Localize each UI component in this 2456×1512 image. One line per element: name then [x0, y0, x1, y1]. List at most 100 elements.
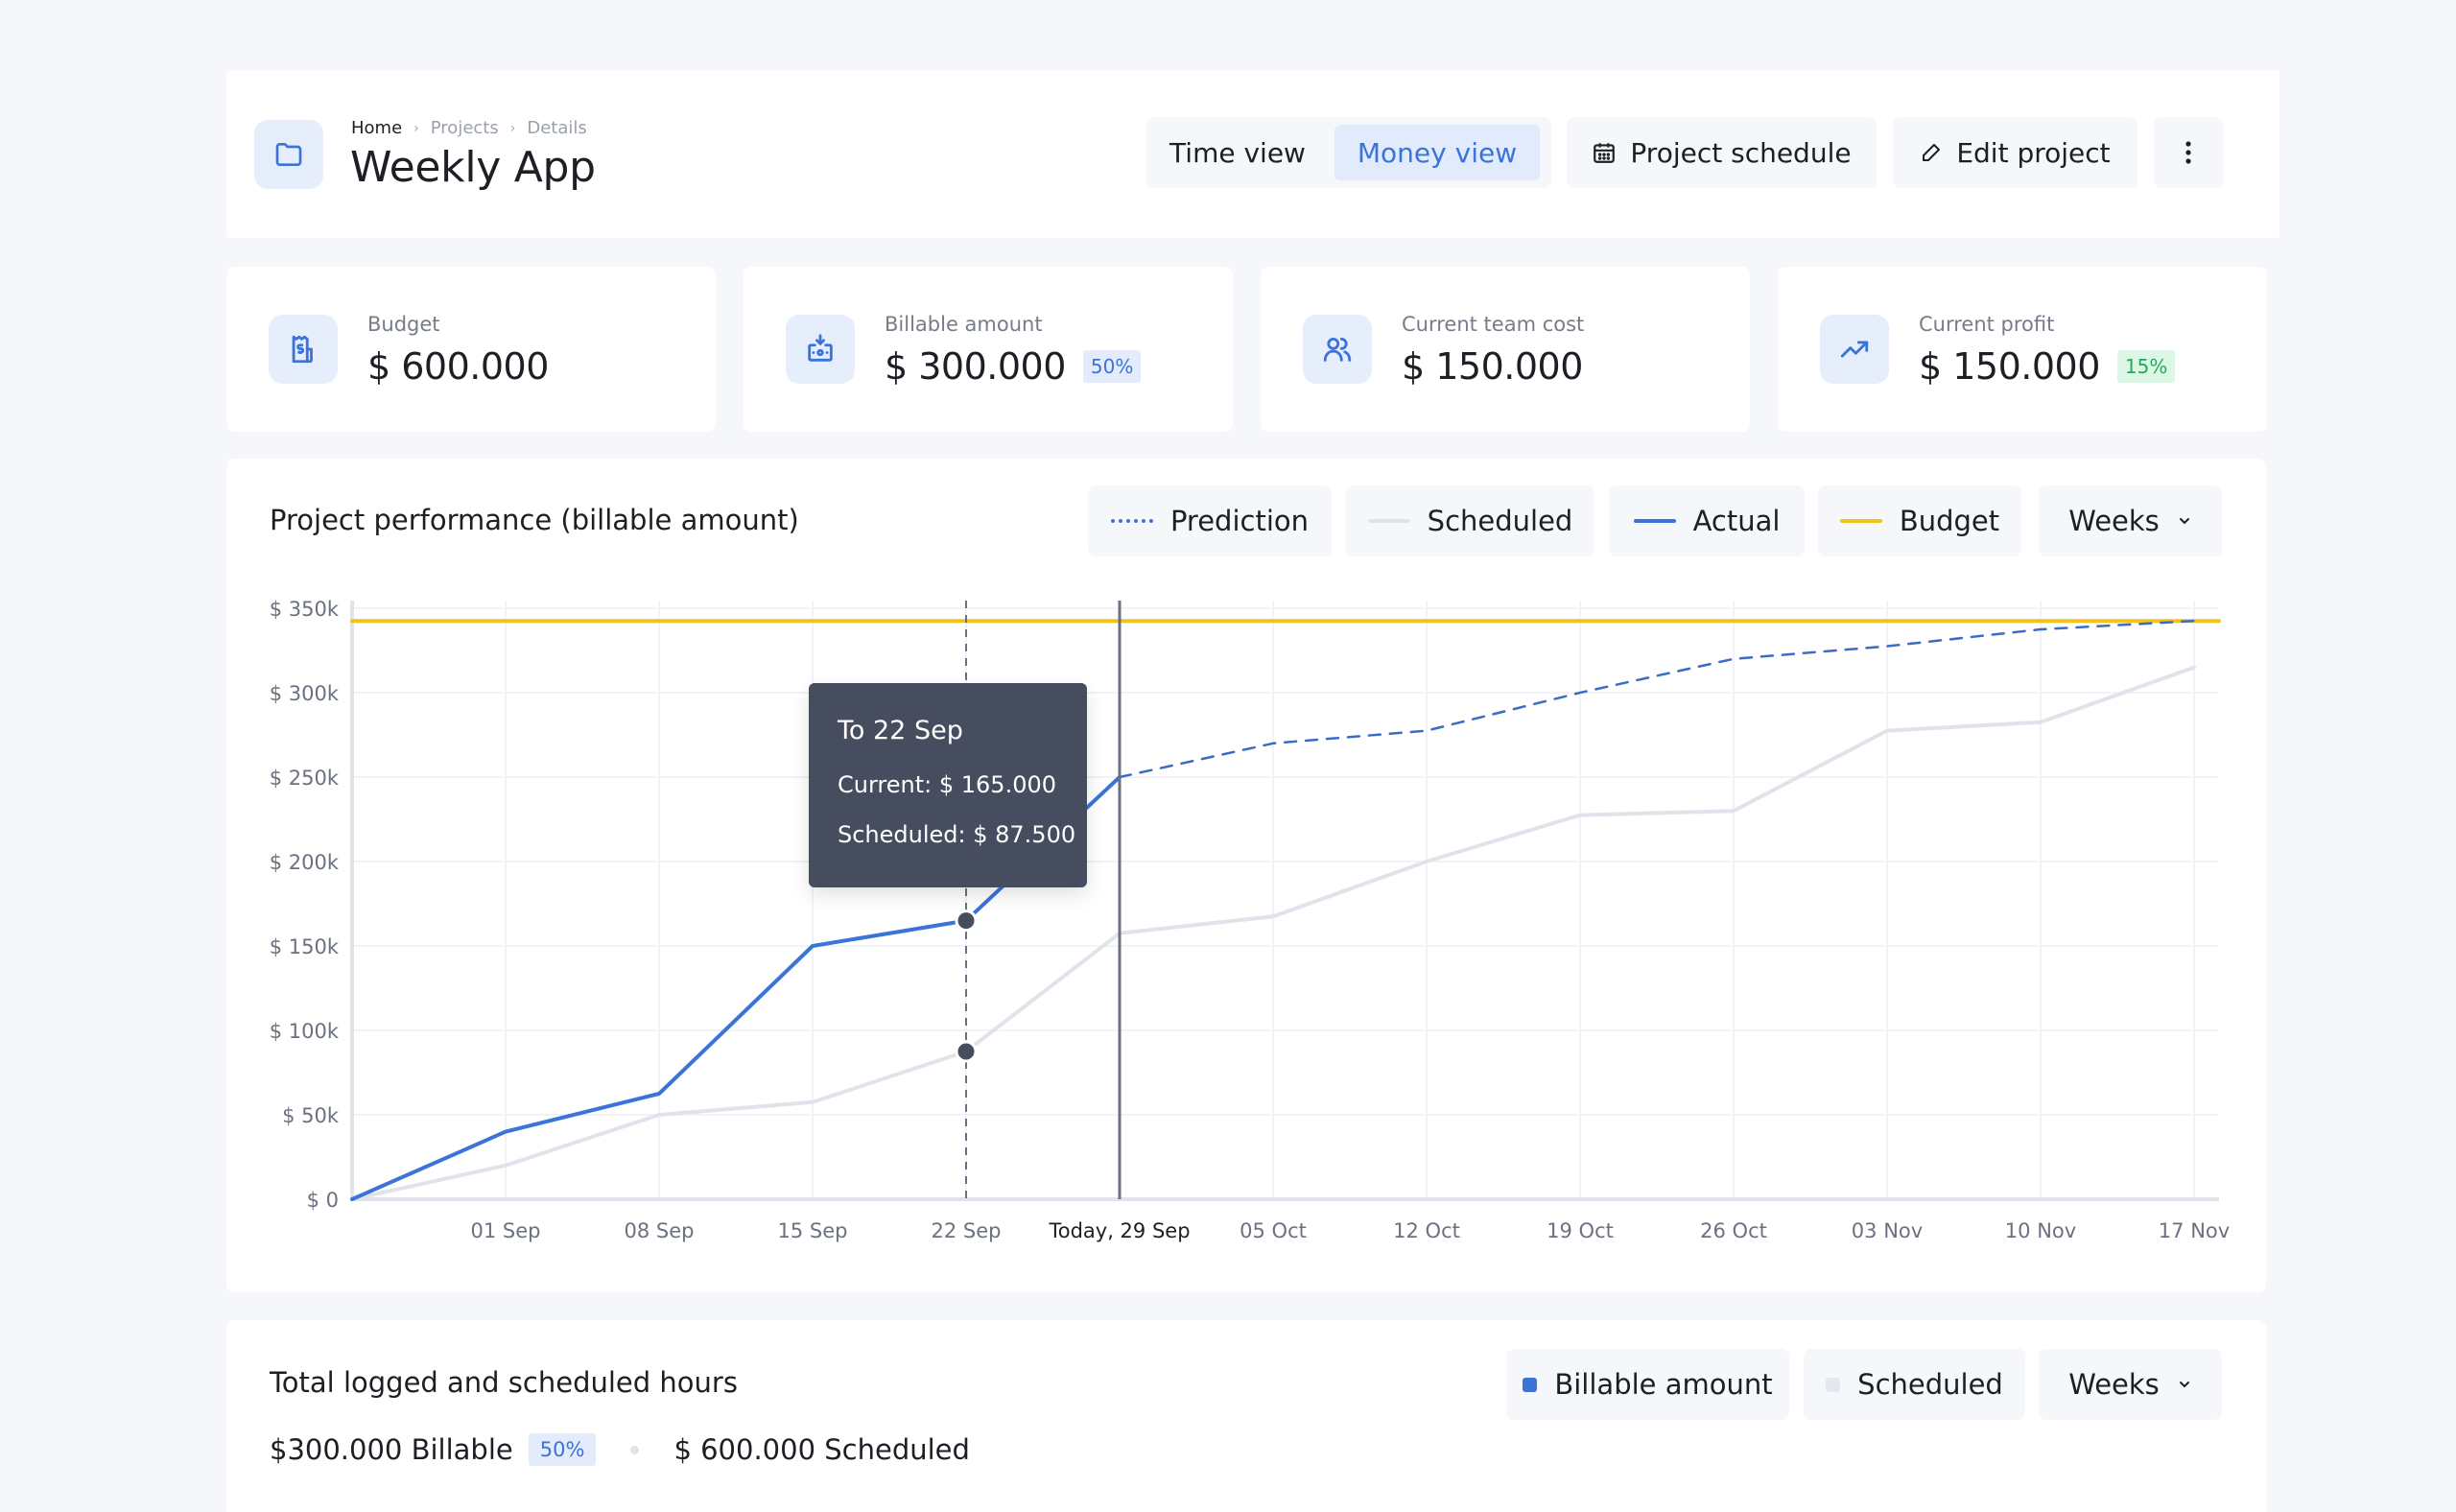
- breadcrumb-details: Details: [527, 118, 587, 138]
- hours-summary: $300.000 Billable 50% $ 600.000 Schedule…: [270, 1433, 970, 1466]
- stat-card-budget: Budget $ 600.000: [226, 267, 716, 432]
- hours-period-select[interactable]: Weeks: [2039, 1349, 2222, 1420]
- y-tick-label: $ 100k: [270, 1020, 340, 1043]
- line-swatch: [1839, 519, 1882, 523]
- period-select[interactable]: Weeks: [2039, 485, 2222, 556]
- legend-actual[interactable]: Actual: [1609, 485, 1805, 556]
- stat-amount: $ 150.000: [1402, 345, 1583, 388]
- stat-value: $ 150.000: [1402, 345, 1583, 388]
- x-tick-label: 08 Sep: [625, 1219, 695, 1242]
- project-icon-tile: [254, 120, 323, 189]
- stat-card-profit: Current profit $ 150.000 15%: [1778, 267, 2267, 432]
- stat-card-team-cost: Current team cost $ 150.000: [1261, 267, 1750, 432]
- breadcrumb-home[interactable]: Home: [351, 118, 402, 138]
- x-tick-label: 03 Nov: [1852, 1219, 1923, 1242]
- edit-project-button[interactable]: Edit project: [1893, 117, 2137, 188]
- page-title: Weekly App: [350, 143, 596, 192]
- percent-badge: 15%: [2116, 350, 2176, 383]
- x-tick-label: 05 Oct: [1240, 1219, 1307, 1242]
- project-header: Home › Projects › Details Weekly App Tim…: [226, 70, 2279, 238]
- chevron-right-icon: ›: [509, 120, 516, 136]
- square-swatch: [1523, 1377, 1538, 1392]
- stat-amount: $ 300.000: [885, 345, 1066, 388]
- stat-value: $ 150.000 15%: [1919, 345, 2176, 388]
- y-tick-label: $ 200k: [270, 851, 340, 874]
- x-tick-label: 22 Sep: [932, 1219, 1002, 1242]
- legend-billable-amount[interactable]: Billable amount: [1506, 1349, 1789, 1420]
- series-line-prediction: [1118, 619, 2196, 779]
- stat-label: Billable amount: [885, 313, 1043, 336]
- y-tick-label: $ 350k: [270, 598, 340, 621]
- x-tick-label: 15 Sep: [778, 1219, 848, 1242]
- y-tick-label: $ 0: [307, 1189, 339, 1212]
- stat-card-billable: Billable amount $ 300.000 50%: [744, 267, 1233, 432]
- stat-value: $ 300.000 50%: [885, 345, 1142, 388]
- legend-scheduled[interactable]: Scheduled: [1346, 485, 1594, 556]
- hours-title: Total logged and scheduled hours: [270, 1366, 738, 1399]
- performance-chart-card: $ 0 $ 50k $ 100k $ 150k $ 200k $ 250k $ 300k $ …: [226, 459, 2266, 1292]
- stat-icon-tile: [1820, 315, 1889, 384]
- more-vertical-icon: [2185, 141, 2191, 164]
- y-tick-label: $ 250k: [270, 767, 340, 790]
- more-options-button[interactable]: [2154, 117, 2223, 188]
- legend-label: Actual: [1692, 505, 1781, 537]
- legend-prediction[interactable]: Prediction: [1088, 485, 1332, 556]
- separator-dot: [630, 1445, 640, 1454]
- legend-label: Billable amount: [1554, 1368, 1773, 1401]
- money-view-button[interactable]: Money view: [1334, 125, 1540, 180]
- team-icon: [1323, 337, 1352, 362]
- breadcrumb-projects[interactable]: Projects: [431, 118, 499, 138]
- line-swatch: [1367, 519, 1410, 523]
- x-tick-label: 01 Sep: [471, 1219, 541, 1242]
- legend-scheduled-hours[interactable]: Scheduled: [1804, 1349, 2025, 1420]
- hours-card: Total logged and scheduled hours Billabl…: [226, 1320, 2266, 1512]
- stat-label: Current team cost: [1402, 313, 1585, 336]
- stat-icon-tile: [786, 315, 855, 384]
- tooltip-current: Current: $ 165.000: [838, 771, 1056, 798]
- stat-amount: $ 150.000: [1919, 345, 2100, 388]
- x-tick-label: 12 Oct: [1393, 1219, 1460, 1242]
- legend-budget[interactable]: Budget: [1818, 485, 2021, 556]
- legend-label: Scheduled: [1427, 505, 1573, 537]
- x-tick-label: 17 Nov: [2159, 1219, 2230, 1242]
- stat-label: Budget: [367, 313, 440, 336]
- dotted-line-swatch: [1110, 519, 1153, 523]
- square-swatch: [1826, 1377, 1841, 1392]
- project-schedule-button[interactable]: Project schedule: [1567, 117, 1877, 188]
- breadcrumb: Home › Projects › Details: [351, 118, 587, 138]
- stat-label: Current profit: [1919, 313, 2055, 336]
- trend-up-icon: [1840, 341, 1869, 358]
- chart-tooltip: To 22 Sep Current: $ 165.000 Scheduled: …: [809, 683, 1087, 887]
- period-select-value: Weeks: [2068, 1368, 2160, 1401]
- billable-percent-badge: 50%: [528, 1433, 597, 1466]
- today-tick-label: Today, 29 Sep: [1048, 1219, 1190, 1242]
- chevron-down-icon: [2179, 518, 2189, 525]
- chart-title: Project performance (billable amount): [270, 504, 799, 536]
- hover-point-actual: [955, 910, 978, 933]
- legend-label: Scheduled: [1857, 1368, 2003, 1401]
- legend-label: Budget: [1899, 505, 2000, 537]
- legend-label: Prediction: [1169, 505, 1310, 537]
- stat-icon-tile: [269, 315, 338, 384]
- stat-value: $ 600.000: [367, 345, 549, 388]
- performance-chart: $ 0 $ 50k $ 100k $ 150k $ 200k $ 250k $ 300k $ …: [270, 598, 2230, 1242]
- line-swatch: [1633, 519, 1676, 523]
- billable-total: $300.000 Billable: [270, 1433, 513, 1466]
- stat-amount: $ 600.000: [367, 345, 549, 388]
- project-schedule-label: Project schedule: [1630, 136, 1852, 169]
- x-tick-label: 10 Nov: [2005, 1219, 2076, 1242]
- view-toggle: Time view Money view: [1146, 117, 1551, 188]
- time-view-button[interactable]: Time view: [1158, 125, 1317, 180]
- edit-project-label: Edit project: [1956, 136, 2111, 169]
- budget-receipt-icon: [292, 335, 313, 364]
- y-tick-label: $ 50k: [282, 1104, 340, 1127]
- x-tick-label: 26 Oct: [1700, 1219, 1767, 1242]
- stat-icon-tile: [1303, 315, 1372, 384]
- scheduled-total: $ 600.000 Scheduled: [673, 1433, 970, 1466]
- hover-point-scheduled: [955, 1040, 978, 1063]
- percent-badge: 50%: [1082, 350, 1142, 383]
- chevron-right-icon: ›: [413, 120, 419, 136]
- folder-icon: [275, 143, 302, 166]
- pencil-icon: [1923, 144, 1941, 161]
- tooltip-scheduled: Scheduled: $ 87.500: [838, 821, 1076, 848]
